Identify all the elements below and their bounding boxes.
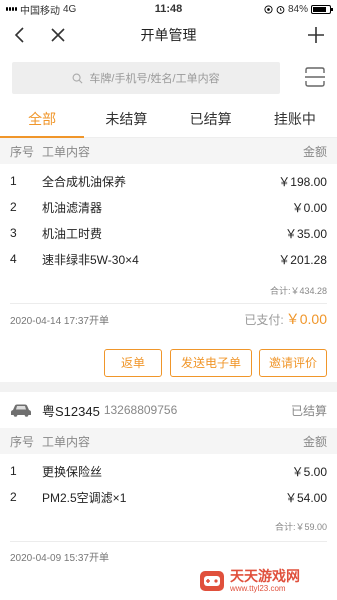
- tab-on-account[interactable]: 挂账中: [253, 102, 337, 137]
- header-no: 序号: [10, 144, 35, 159]
- header-no: 序号: [10, 434, 35, 449]
- row-amount: ￥54.00: [284, 490, 327, 505]
- search-input[interactable]: 车牌/手机号/姓名/工单内容: [12, 62, 280, 94]
- tab-bar: 全部 未结算 已结算 挂账中: [0, 102, 337, 138]
- table-row: 1 更换保险丝 ￥5.00: [0, 458, 337, 484]
- page-title: 开单管理: [140, 27, 197, 43]
- order-date: 2020-04-09 15:37开单: [10, 552, 109, 564]
- row-content: 机油滤清器: [42, 200, 103, 215]
- watermark-logo: 天天游戏网 www.ttyl23.com: [198, 566, 333, 596]
- header-content: 工单内容: [42, 434, 91, 449]
- add-icon[interactable]: [304, 23, 328, 47]
- row-no: 4: [10, 252, 17, 266]
- search-icon: [72, 73, 83, 83]
- row-amount: ￥0.00: [291, 200, 327, 215]
- header-amount: 金额: [302, 144, 327, 159]
- scan-icon[interactable]: [304, 66, 326, 88]
- paid-label: 已支付:: [244, 312, 284, 327]
- status-badge: 已结算: [290, 403, 327, 418]
- header-content: 工单内容: [42, 144, 91, 159]
- order-date: 2020-04-14 17:37开单: [10, 315, 109, 327]
- paid-value: ￥0.00: [285, 311, 327, 327]
- order-card[interactable]: 序号 工单内容 金额 1 全合成机油保养 ￥198.00 2 机油滤清器 ￥0.…: [0, 138, 337, 382]
- row-amount: ￥35.00: [284, 226, 327, 241]
- row-content: PM2.5空调滤×1: [42, 490, 127, 505]
- row-amount: ￥201.28: [278, 252, 327, 267]
- order-footer: 2020-04-14 17:37开单 已支付: ￥0.00: [0, 304, 337, 334]
- order-subtotal: 合计:￥434.28: [269, 286, 327, 296]
- row-content: 更换保险丝: [42, 464, 103, 479]
- search-placeholder: 车牌/手机号/姓名/工单内容: [89, 73, 220, 85]
- order-subtotal: 合计:￥59.00: [274, 522, 327, 532]
- table-row: 3 机油工时费 ￥35.00: [0, 220, 337, 246]
- header-amount: 金额: [302, 434, 327, 449]
- invite-review-button[interactable]: 邀请评价: [259, 349, 327, 377]
- tab-all[interactable]: 全部: [0, 102, 85, 138]
- table-header: 序号 工单内容 金额: [0, 138, 337, 164]
- table-row: 2 机油滤清器 ￥0.00: [0, 194, 337, 220]
- row-amount: ￥5.00: [291, 464, 327, 479]
- status-time: 11:48: [154, 3, 183, 15]
- table-row: 2 PM2.5空调滤×1 ￥54.00: [0, 484, 337, 510]
- tab-unsettled[interactable]: 未结算: [84, 102, 168, 137]
- watermark-url: www.ttyl23.com: [230, 584, 286, 593]
- row-no: 1: [10, 464, 17, 478]
- license-plate: 粤S12345: [42, 403, 100, 419]
- row-no: 2: [10, 490, 17, 504]
- customer-phone: 13268809756: [103, 403, 178, 417]
- send-e-order-button[interactable]: 发送电子单: [170, 349, 252, 377]
- game-controller-icon: [200, 571, 224, 591]
- tab-settled[interactable]: 已结算: [169, 102, 253, 137]
- row-no: 1: [10, 174, 17, 188]
- row-content: 机油工时费: [42, 226, 103, 241]
- reorder-button[interactable]: 返单: [104, 349, 162, 377]
- status-bar: 中国移动 4G 11:48 84%: [0, 0, 337, 18]
- row-content: 全合成机油保养: [42, 174, 127, 189]
- table-row: 1 全合成机油保养 ￥198.00: [0, 168, 337, 194]
- battery-icon: [311, 4, 333, 14]
- watermark-title: 天天游戏网: [230, 568, 300, 584]
- car-icon: [11, 404, 31, 417]
- row-no: 3: [10, 226, 17, 240]
- table-header: 序号 工单内容 金额: [0, 428, 337, 454]
- table-row: 4 速非绿非5W-30×4 ￥201.28: [0, 246, 337, 272]
- row-amount: ￥198.00: [278, 174, 327, 189]
- row-content: 速非绿非5W-30×4: [42, 252, 139, 267]
- order-header: 粤S12345 13268809756 已结算: [0, 392, 337, 428]
- search-area: 车牌/手机号/姓名/工单内容: [0, 52, 337, 102]
- nav-bar: 开单管理: [0, 18, 337, 52]
- row-no: 2: [10, 200, 17, 214]
